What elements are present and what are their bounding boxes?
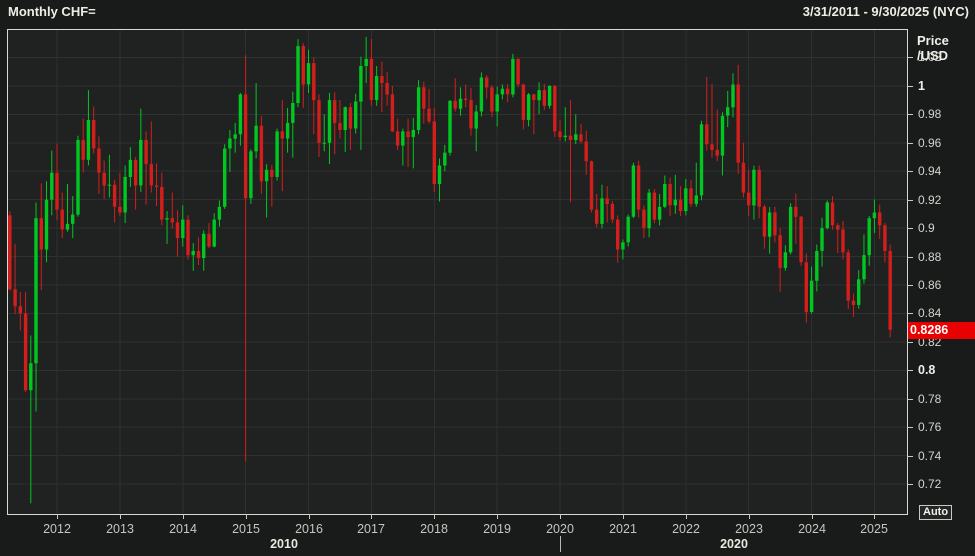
time-axis-tick <box>686 514 687 519</box>
price-axis-label: 0.94 <box>918 164 941 178</box>
time-axis-year-label: 2019 <box>483 522 511 536</box>
price-axis-label: 0.9 <box>918 221 935 235</box>
date-range-label: 3/31/2011 - 9/30/2025 (NYC) <box>803 4 969 19</box>
chart-plot-area[interactable] <box>7 29 908 515</box>
price-axis-label: 0.92 <box>918 193 941 207</box>
time-axis-year-label: 2022 <box>672 522 700 536</box>
time-axis-tick <box>57 514 58 519</box>
price-axis-tick <box>907 399 913 400</box>
time-axis-year-label: 2025 <box>860 522 888 536</box>
time-axis-decade-label: 2010 <box>270 537 298 551</box>
time-axis-tick <box>623 514 624 519</box>
time-axis-year-label: 2023 <box>735 522 763 536</box>
time-axis-year-label: 2013 <box>106 522 134 536</box>
price-axis-tick <box>907 484 913 485</box>
time-axis-year-label: 2015 <box>232 522 260 536</box>
time-axis-tick <box>749 514 750 519</box>
price-axis-label: 0.8 <box>918 363 935 377</box>
time-axis-tick <box>560 514 561 519</box>
time-axis-decade-label: 2020 <box>720 537 748 551</box>
candlestick-chart[interactable] <box>8 30 907 514</box>
decade-separator-tick <box>560 536 561 552</box>
price-axis-label: 0.88 <box>918 250 941 264</box>
price-axis-label: 0.78 <box>918 392 941 406</box>
time-axis-year-label: 2020 <box>546 522 574 536</box>
price-axis-tick <box>907 285 913 286</box>
price-axis-label: 1.02 <box>918 50 941 64</box>
price-axis-tick <box>907 200 913 201</box>
price-axis-tick <box>907 370 913 371</box>
time-axis-tick <box>183 514 184 519</box>
price-axis-label: 0.76 <box>918 420 941 434</box>
price-axis-tick <box>907 171 913 172</box>
axis-auto-button[interactable]: Auto <box>919 505 952 520</box>
price-axis-label: 1 <box>918 79 925 93</box>
price-axis-tick <box>907 228 913 229</box>
time-axis-tick <box>371 514 372 519</box>
price-axis-label: 0.96 <box>918 136 941 150</box>
time-axis-tick <box>874 514 875 519</box>
time-axis-tick <box>246 514 247 519</box>
price-axis-tick <box>907 114 913 115</box>
price-axis-label: 0.98 <box>918 107 941 121</box>
last-price-tag: 0.8286 <box>908 322 975 339</box>
price-axis-tick <box>907 313 913 314</box>
price-axis-tick <box>907 456 913 457</box>
price-axis-tick <box>907 257 913 258</box>
time-axis-tick <box>434 514 435 519</box>
time-axis-year-label: 2018 <box>420 522 448 536</box>
time-axis-tick <box>309 514 310 519</box>
time-axis-year-label: 2016 <box>295 522 323 536</box>
price-axis-tick <box>907 427 913 428</box>
chart-title: Monthly CHF= <box>8 4 96 19</box>
time-axis-tick <box>812 514 813 519</box>
time-axis-tick <box>120 514 121 519</box>
time-axis-year-label: 2021 <box>609 522 637 536</box>
time-axis-year-label: 2012 <box>43 522 71 536</box>
time-axis-year-label: 2024 <box>798 522 826 536</box>
price-axis-label: 0.86 <box>918 278 941 292</box>
time-axis-year-label: 2017 <box>357 522 385 536</box>
price-axis-label: 0.84 <box>918 306 941 320</box>
price-axis-tick <box>907 342 913 343</box>
time-axis-year-label: 2014 <box>169 522 197 536</box>
price-axis-label: 0.74 <box>918 449 941 463</box>
price-axis-tick <box>907 86 913 87</box>
price-axis-label: 0.72 <box>918 477 941 491</box>
price-axis-tick <box>907 57 913 58</box>
price-axis-tick <box>907 143 913 144</box>
time-axis-tick <box>497 514 498 519</box>
